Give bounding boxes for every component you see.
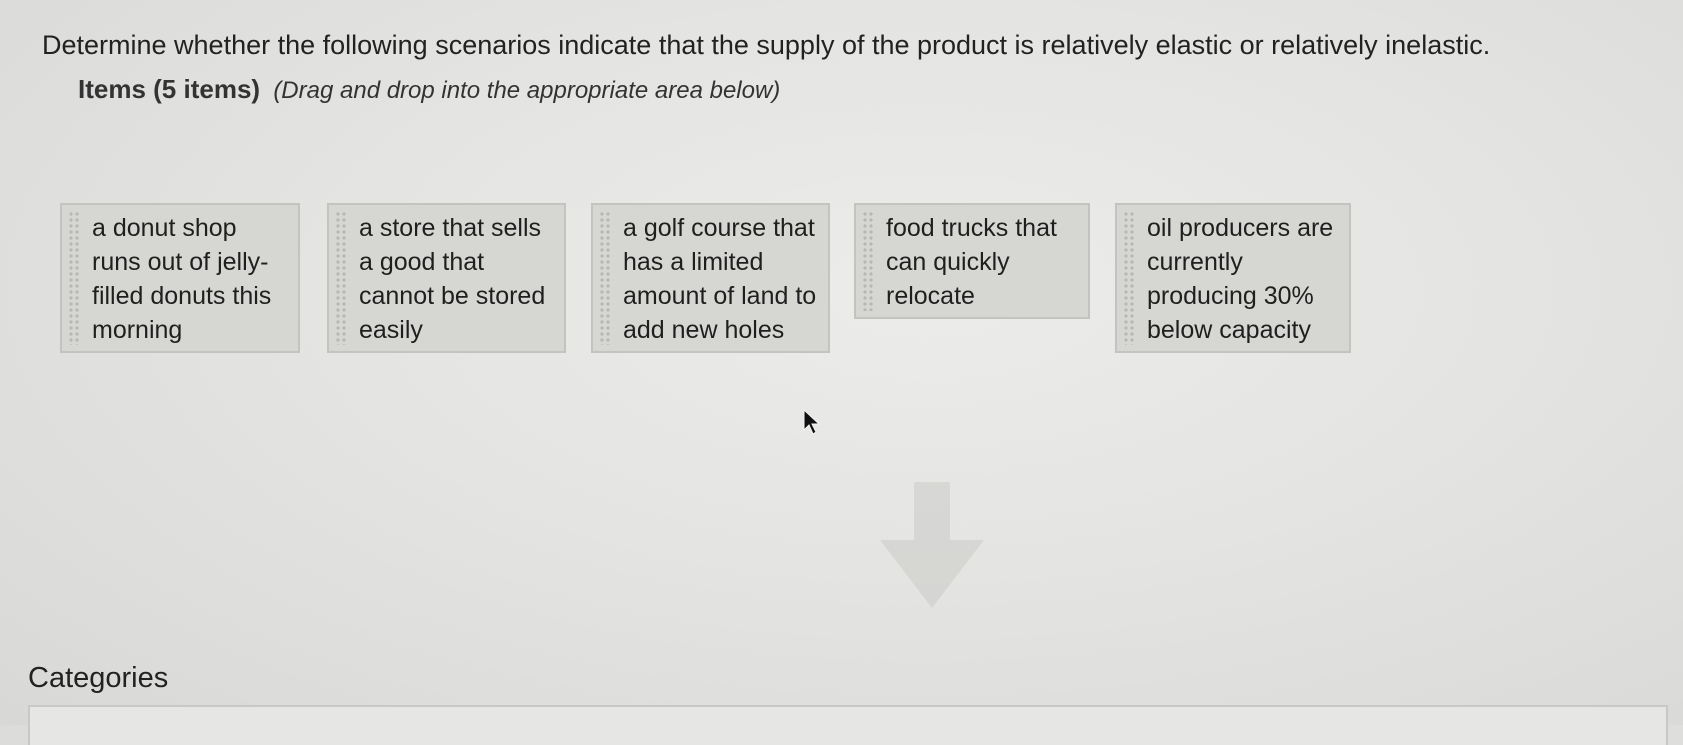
drag-grip-icon [68,211,80,345]
categories-drop-area[interactable] [28,705,1668,745]
item-text: oil producers are currently producing 30… [1147,214,1334,344]
items-instruction: (Drag and drop into the appropriate area… [273,77,781,104]
draggable-item-card[interactable]: a store that sells a good that cannot be… [327,203,566,353]
draggable-item-card[interactable]: a donut shop runs out of jelly-filled do… [60,203,300,353]
item-text: a donut shop runs out of jelly-filled do… [92,214,272,344]
item-text: a store that sells a good that cannot be… [359,214,546,344]
categories-title: Categories [28,662,169,694]
drag-grip-icon [599,211,611,345]
draggable-item-card[interactable]: a golf course that has a limited amount … [591,203,830,353]
drag-grip-icon [1123,211,1135,345]
down-arrow-icon [880,482,984,608]
question-text: Determine whether the following scenario… [42,30,1491,60]
item-text: a golf course that has a limited amount … [623,214,817,344]
items-count-label: Items (5 items) [78,74,261,104]
drag-grip-icon [862,211,874,311]
items-header: Items (5 items) (Drag and drop into the … [78,72,780,108]
item-text: food trucks that can quickly relocate [886,214,1057,310]
draggable-item-card[interactable]: food trucks that can quickly relocate [854,203,1090,319]
drag-grip-icon [335,211,347,345]
draggable-item-card[interactable]: oil producers are currently producing 30… [1115,203,1351,353]
mouse-cursor-icon [803,408,821,435]
